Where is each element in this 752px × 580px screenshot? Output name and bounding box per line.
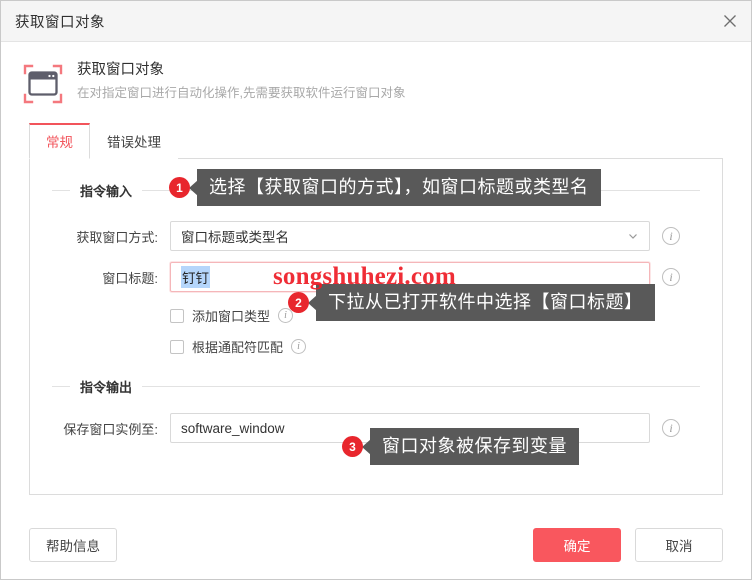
save-to-input[interactable]: software_window [170,413,650,443]
window-title-label: 窗口标题: [102,270,158,286]
field-row-window-title: 窗口标题: 钉钉 i [30,262,680,292]
window-title: 获取窗口对象 [15,14,105,31]
tab-panel-general: 指令输入 获取窗口方式: 窗口标题或类型名 i 窗口标题: 钉钉 i 添加窗口类… [29,158,723,495]
checkbox-add-window-type-label: 添加窗口类型 [192,309,271,324]
save-to-value: software_window [181,420,285,436]
save-to-info-icon[interactable]: i [662,419,680,437]
cancel-button[interactable]: 取消 [635,528,723,562]
legend-rule-left-2 [52,385,70,387]
close-glyph [724,15,736,27]
close-icon[interactable] [717,8,743,34]
field-row-method: 获取窗口方式: 窗口标题或类型名 i [30,221,680,251]
method-select[interactable]: 窗口标题或类型名 [170,221,650,251]
dialog-header-text: 获取窗口对象 在对指定窗口进行自动化操作,先需要获取软件运行窗口对象 [77,60,405,103]
section-output-legend: 指令输出 [52,377,700,395]
method-value: 窗口标题或类型名 [181,230,289,245]
confirm-button[interactable]: 确定 [533,528,621,562]
field-row-save-to: 保存窗口实例至: software_window i [30,413,680,443]
window-title-value: 钉钉 [181,266,210,288]
tab-bar: 常规 错误处理 [29,122,751,159]
method-label: 获取窗口方式: [76,229,158,245]
section-input-title: 指令输入 [80,183,133,199]
chevron-down-icon[interactable] [627,222,639,250]
window-title-input[interactable]: 钉钉 [170,262,650,292]
tab-error-handling[interactable]: 错误处理 [90,123,178,159]
save-to-label: 保存窗口实例至: [63,421,158,437]
add-window-type-info-icon[interactable]: i [278,308,294,323]
method-info-icon[interactable]: i [662,227,680,245]
section-input-legend: 指令输入 [52,181,700,199]
checkbox-wildcard-match[interactable] [170,339,184,354]
checkbox-add-window-type[interactable] [170,308,184,323]
checkbox-row-add-window-type: 添加窗口类型 i [170,306,294,325]
legend-rule-right-2 [142,385,700,387]
tab-general[interactable]: 常规 [29,123,90,159]
window-capture-icon [23,64,63,104]
legend-rule-right [142,189,700,191]
legend-rule-left [52,189,70,191]
dialog-window: 获取窗口对象 获取窗口对象 在对指定窗口进行自动化操作,先需要获取软件运行窗口对… [0,0,752,580]
checkbox-wildcard-match-label: 根据通配符匹配 [192,340,284,355]
dialog-header-subtitle: 在对指定窗口进行自动化操作,先需要获取软件运行窗口对象 [77,86,406,100]
dialog-header: 获取窗口对象 在对指定窗口进行自动化操作,先需要获取软件运行窗口对象 [1,42,751,112]
wildcard-match-info-icon[interactable]: i [291,339,307,354]
section-output-title: 指令输出 [80,379,133,395]
chevron-down-glyph [629,234,637,239]
help-button[interactable]: 帮助信息 [29,528,117,562]
window-capture-glyph [23,64,63,104]
dialog-header-title: 获取窗口对象 [77,62,164,78]
title-bar: 获取窗口对象 [1,1,751,42]
checkbox-row-wildcard-match: 根据通配符匹配 i [170,337,307,356]
window-title-info-icon[interactable]: i [662,268,680,286]
dialog-footer: 帮助信息 确定 取消 [1,511,751,579]
